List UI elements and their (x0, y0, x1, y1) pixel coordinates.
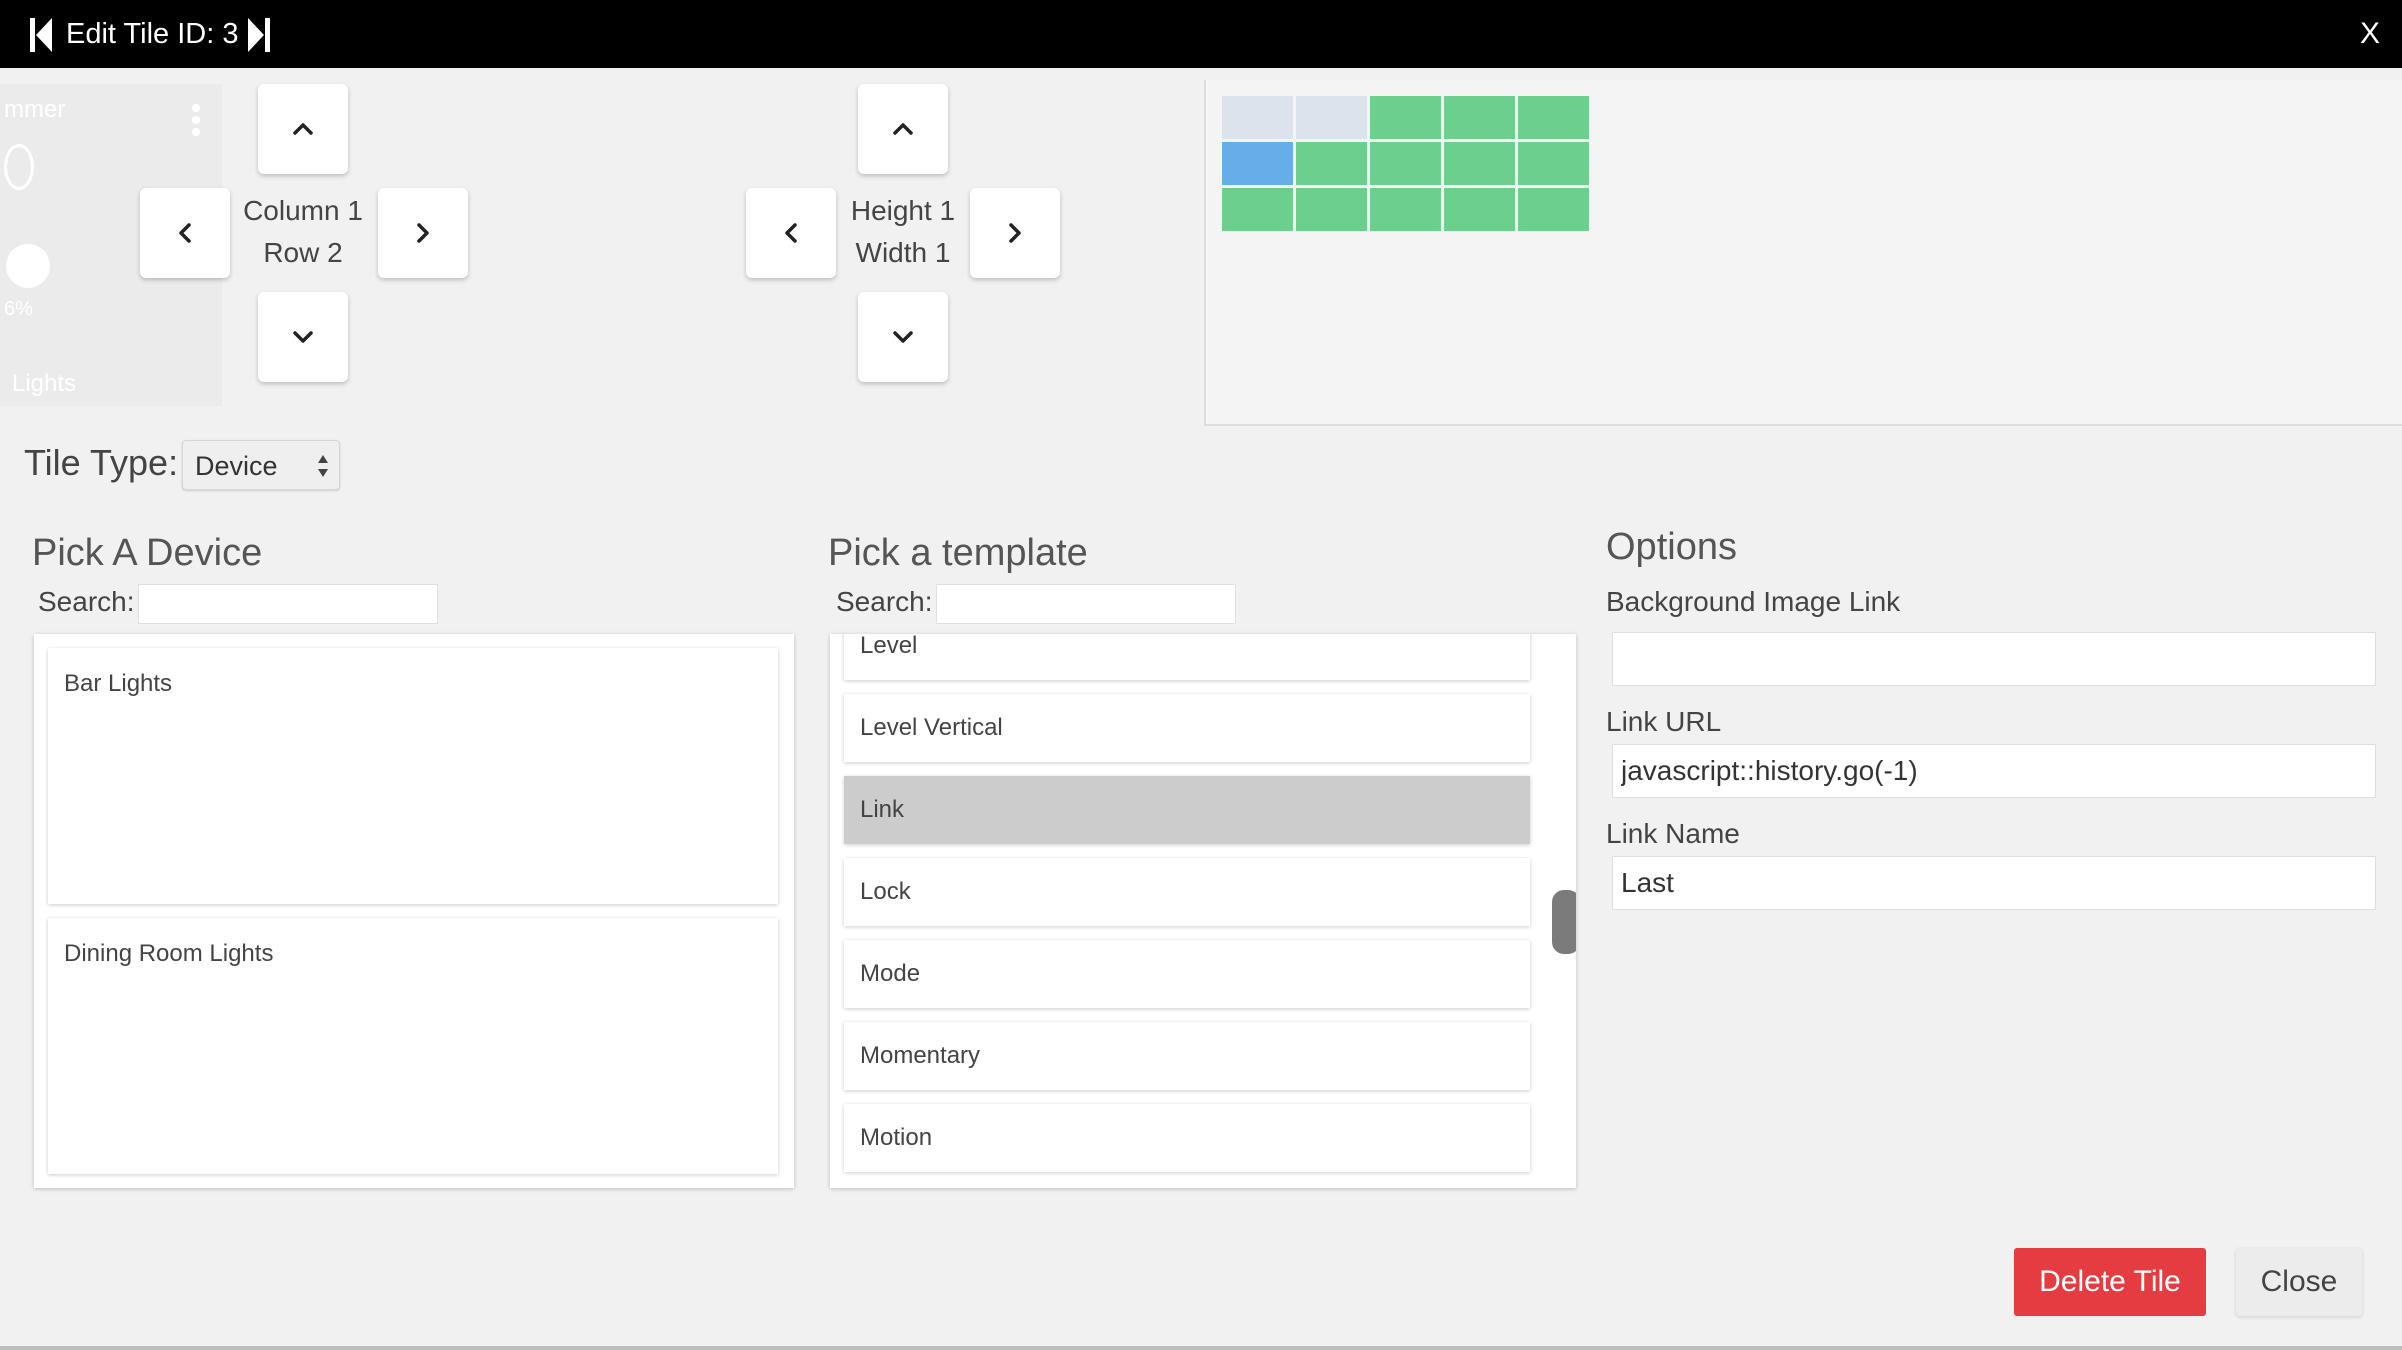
template-search-label: Search: (836, 586, 933, 617)
template-item-label: Level Vertical (860, 714, 1003, 741)
column-label: Column 1 (243, 195, 363, 226)
grid-cell-used[interactable] (1370, 96, 1441, 139)
grid-cell-used[interactable] (1444, 142, 1515, 185)
move-right-button[interactable] (378, 188, 468, 278)
device-item-label: Bar Lights (64, 670, 173, 697)
background-image-label: Background Image Link (1606, 586, 1901, 617)
grid-cell-used[interactable] (1370, 142, 1441, 185)
template-item-level-vertical[interactable]: Level Vertical (844, 694, 1530, 762)
grid-cell-used[interactable] (1296, 188, 1367, 231)
select-caret-icon (318, 455, 328, 477)
template-item-label: Lock (860, 878, 911, 905)
skip-previous-icon[interactable] (30, 18, 52, 52)
template-item-label: Motion (860, 1124, 933, 1151)
chevron-down-icon (893, 331, 913, 343)
template-item-link[interactable]: Link (844, 776, 1530, 844)
template-heading: Pick a template (828, 532, 1088, 574)
template-search-input[interactable] (936, 584, 1236, 624)
layout-grid (1222, 96, 1589, 231)
chevron-left-icon (179, 223, 191, 243)
grid-cell-used[interactable] (1444, 96, 1515, 139)
tile-preview-title: mmer (4, 96, 66, 123)
close-icon[interactable]: X (2360, 14, 2380, 54)
move-up-button[interactable] (258, 84, 348, 174)
device-search-input[interactable] (138, 584, 438, 624)
device-item-label: Dining Room Lights (64, 940, 274, 967)
template-item-label: Mode (860, 960, 921, 987)
chevron-right-icon (417, 223, 429, 243)
slider-knob (6, 244, 50, 288)
row-label: Row 2 (263, 237, 343, 268)
tile-preview-level: 6% (4, 298, 33, 320)
grid-cell-used[interactable] (1518, 142, 1589, 185)
background-image-input[interactable] (1612, 632, 2376, 686)
link-name-input[interactable] (1612, 856, 2376, 910)
grid-cell-used[interactable] (1444, 188, 1515, 231)
move-down-button[interactable] (258, 292, 348, 382)
device-item-dining-room-lights[interactable]: Dining Room Lights (48, 918, 778, 1174)
grid-cell-empty[interactable] (1296, 96, 1367, 139)
grid-cell-used[interactable] (1518, 96, 1589, 139)
layout-grid-preview (1204, 80, 2402, 426)
tile-type-value: Device (195, 451, 278, 481)
chevron-left-icon (785, 223, 797, 243)
grid-cell-selected[interactable] (1222, 142, 1293, 185)
template-item-lock[interactable]: Lock (844, 858, 1530, 926)
grid-cell-empty[interactable] (1222, 96, 1293, 139)
tile-preview-label: Lights (12, 370, 77, 397)
dialog-bottom-border (0, 1346, 2402, 1350)
tile-type-select[interactable]: Device (182, 440, 340, 490)
grid-cell-used[interactable] (1222, 188, 1293, 231)
size-label: Height 1 Width 1 (836, 190, 970, 274)
more-vert-icon (192, 104, 200, 140)
move-left-button[interactable] (140, 188, 230, 278)
template-item-label: Momentary (860, 1042, 981, 1069)
template-item-level[interactable]: Level (844, 634, 1530, 680)
height-increase-button[interactable] (858, 84, 948, 174)
height-label: Height 1 (850, 195, 956, 226)
chevron-up-icon (293, 123, 313, 135)
link-name-label: Link Name (1606, 818, 1740, 849)
height-decrease-button[interactable] (858, 292, 948, 382)
chevron-right-icon (1009, 223, 1021, 243)
chevron-down-icon (293, 331, 313, 343)
template-item-momentary[interactable]: Momentary (844, 1022, 1530, 1090)
width-decrease-button[interactable] (746, 188, 836, 278)
width-increase-button[interactable] (970, 188, 1060, 278)
template-item-label: Level (860, 634, 918, 659)
link-url-input[interactable] (1612, 744, 2376, 798)
options-heading: Options (1606, 526, 1737, 568)
device-search-label: Search: (38, 586, 135, 617)
template-list: Level Level Vertical Link Lock Mode Mome… (830, 634, 1576, 1188)
width-label: Width 1 (855, 237, 951, 268)
device-item-bar-lights[interactable]: Bar Lights (48, 648, 778, 904)
grid-cell-used[interactable] (1518, 188, 1589, 231)
close-button[interactable]: Close (2236, 1248, 2362, 1316)
grid-cell-used[interactable] (1296, 142, 1367, 185)
position-label: Column 1 Row 2 (236, 190, 370, 274)
template-item-mode[interactable]: Mode (844, 940, 1530, 1008)
skip-next-icon[interactable] (248, 18, 270, 52)
link-url-label: Link URL (1606, 706, 1722, 737)
device-list: Bar Lights Dining Room Lights (34, 634, 794, 1188)
template-item-label: Link (860, 796, 905, 823)
tile-type-label: Tile Type: (24, 442, 179, 483)
template-scrollbar[interactable] (1552, 890, 1576, 954)
template-item-motion[interactable]: Motion (844, 1104, 1530, 1172)
title-bar: Edit Tile ID: 3 X (0, 0, 2402, 68)
bulb-icon (4, 144, 34, 190)
dialog-title: Edit Tile ID: 3 (66, 18, 239, 50)
delete-tile-button[interactable]: Delete Tile (2014, 1248, 2206, 1316)
device-heading: Pick A Device (32, 532, 263, 574)
chevron-up-icon (893, 123, 913, 135)
grid-cell-used[interactable] (1370, 188, 1441, 231)
edit-tile-dialog: Edit Tile ID: 3 X mmer 6% Lights Column … (0, 0, 2402, 1350)
